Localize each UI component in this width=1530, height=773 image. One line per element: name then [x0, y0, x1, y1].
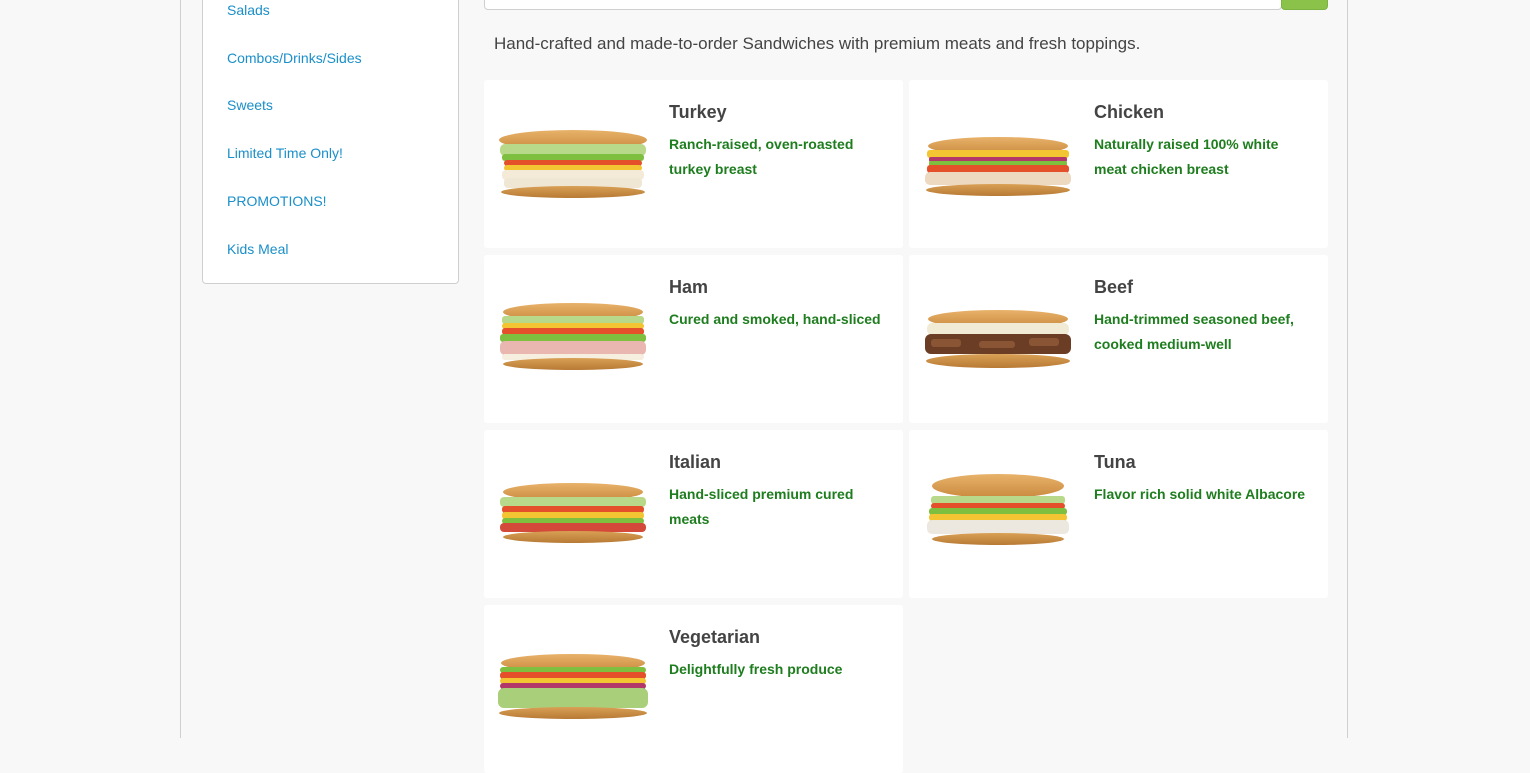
italian-sandwich-image — [500, 483, 646, 543]
ham-sandwich-image — [500, 303, 646, 370]
menu-item-card-beef[interactable]: Beef Hand-trimmed seasoned beef, cooked … — [909, 255, 1328, 423]
menu-item-title: Tuna — [1094, 452, 1136, 472]
sidebar-item-salads[interactable]: Salads — [227, 2, 270, 18]
chicken-sandwich-image — [925, 137, 1071, 196]
menu-item-title: Turkey — [669, 102, 727, 122]
sidebar-item-promotions[interactable]: PROMOTIONS! — [227, 193, 327, 209]
sidebar-item-combos-drinks-sides[interactable]: Combos/Drinks/Sides — [227, 50, 362, 66]
menu-item-description: Naturally raised 100% white meat chicken… — [1094, 136, 1279, 177]
menu-item-title: Beef — [1094, 277, 1134, 297]
menu-item-title: Vegetarian — [669, 627, 761, 647]
turkey-sandwich-image — [499, 130, 647, 198]
menu-item-description: Flavor rich solid white Albacore — [1094, 486, 1306, 502]
menu-item-card-vegetarian[interactable]: Vegetarian Delightfully fresh produce — [484, 605, 903, 773]
sidebar-item-kids-meal[interactable]: Kids Meal — [227, 241, 288, 257]
menu-item-card-turkey[interactable]: Turkey Ranch-raised, oven-roasted turkey… — [484, 80, 903, 248]
menu-item-title: Chicken — [1094, 102, 1165, 122]
menu-item-card-italian[interactable]: Italian Hand-sliced premium cured meats — [484, 430, 903, 598]
vegetarian-sandwich-image — [498, 654, 648, 719]
menu-item-card-chicken[interactable]: Chicken Naturally raised 100% white meat… — [909, 80, 1328, 248]
search-button[interactable] — [1281, 0, 1328, 10]
beef-sandwich-image — [925, 310, 1071, 368]
sidebar-item-sweets[interactable]: Sweets — [227, 97, 273, 113]
menu-item-title: Ham — [669, 277, 709, 297]
menu-item-card-ham[interactable]: Ham Cured and smoked, hand-sliced — [484, 255, 903, 423]
menu-item-description: Ranch-raised, oven-roasted turkey breast — [669, 136, 854, 177]
sidebar-item-limited-time-only[interactable]: Limited Time Only! — [227, 145, 343, 161]
menu-item-description: Hand-sliced premium cured meats — [669, 486, 854, 527]
menu-item-card-tuna[interactable]: Tuna Flavor rich solid white Albacore — [909, 430, 1328, 598]
tuna-sandwich-image — [927, 474, 1069, 545]
menu-item-description: Hand-trimmed seasoned beef, cooked mediu… — [1094, 311, 1294, 352]
menu-item-title: Italian — [669, 452, 722, 472]
category-sidebar: Salads Combos/Drinks/Sides Sweets Limite… — [202, 0, 459, 284]
search-input[interactable] — [484, 0, 1282, 10]
menu-item-description: Delightfully fresh produce — [669, 661, 843, 677]
menu-item-description: Cured and smoked, hand-sliced — [669, 311, 881, 327]
category-description: Hand-crafted and made-to-order Sandwiche… — [494, 34, 1141, 53]
